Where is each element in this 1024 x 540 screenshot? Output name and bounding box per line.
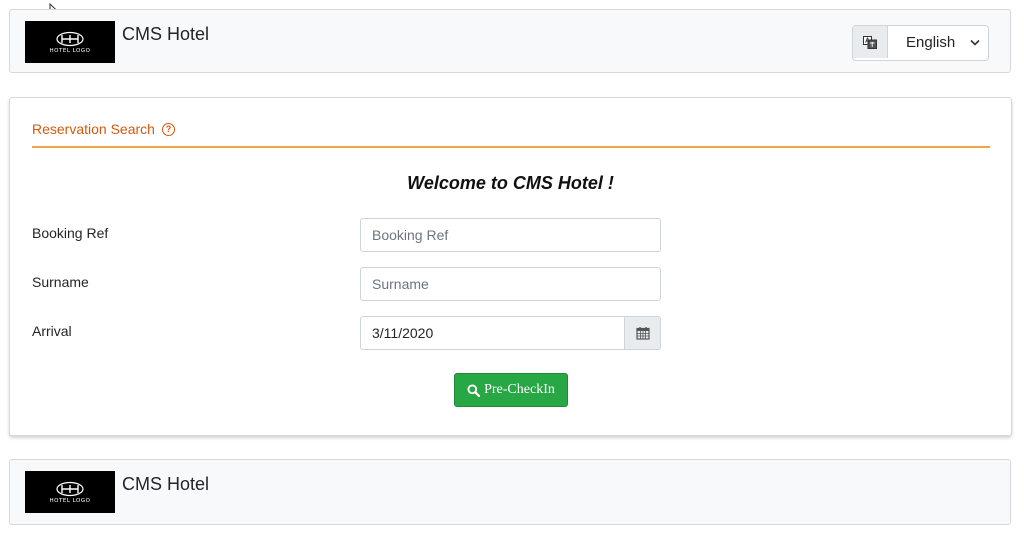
arrival-label: Arrival — [32, 323, 72, 339]
footer-brand-name: CMS Hotel — [122, 474, 210, 494]
card-title: Reservation Search ? — [32, 121, 175, 137]
hotel-logo[interactable]: HOTEL LOGO — [25, 21, 115, 63]
calendar-icon — [635, 327, 650, 340]
pre-checkin-label: Pre-CheckIn — [484, 382, 555, 397]
reservation-card: Reservation Search ? Welcome to CMS Hote… — [9, 97, 1012, 436]
footer-navbar: HOTEL LOGO CMS Hotel — [9, 459, 1011, 525]
brand-name: CMS Hotel — [122, 24, 210, 44]
pre-checkin-button[interactable]: Pre-CheckIn — [454, 373, 568, 407]
hotel-logo-mark-icon — [56, 481, 84, 496]
question-circle-icon[interactable]: ? — [161, 122, 175, 136]
booking-ref-label: Booking Ref — [32, 225, 109, 241]
search-icon — [467, 383, 481, 397]
welcome-heading: Welcome to CMS Hotel ! — [407, 173, 614, 193]
language-dropdown[interactable]: English — [888, 26, 988, 58]
reservation-search-title: Reservation Search — [32, 121, 155, 137]
hotel-logo-mark-icon — [56, 31, 84, 46]
calendar-button[interactable] — [624, 317, 660, 349]
arrival-date-value[interactable]: 3/11/2020 — [361, 317, 624, 349]
chevron-down-icon — [970, 39, 980, 46]
surname-label: Surname — [32, 274, 89, 290]
top-navbar: HOTEL LOGO CMS Hotel English — [9, 9, 1011, 73]
logo-text: HOTEL LOGO — [49, 497, 91, 504]
translate-icon — [853, 26, 888, 58]
title-divider — [32, 146, 990, 148]
logo-text: HOTEL LOGO — [49, 47, 91, 54]
arrival-date-field[interactable]: 3/11/2020 — [360, 316, 661, 350]
booking-ref-input[interactable] — [360, 218, 661, 252]
language-value: English — [906, 33, 956, 51]
hotel-logo[interactable]: HOTEL LOGO — [25, 471, 115, 513]
surname-input[interactable] — [360, 267, 661, 301]
language-selector[interactable]: English — [852, 25, 989, 61]
